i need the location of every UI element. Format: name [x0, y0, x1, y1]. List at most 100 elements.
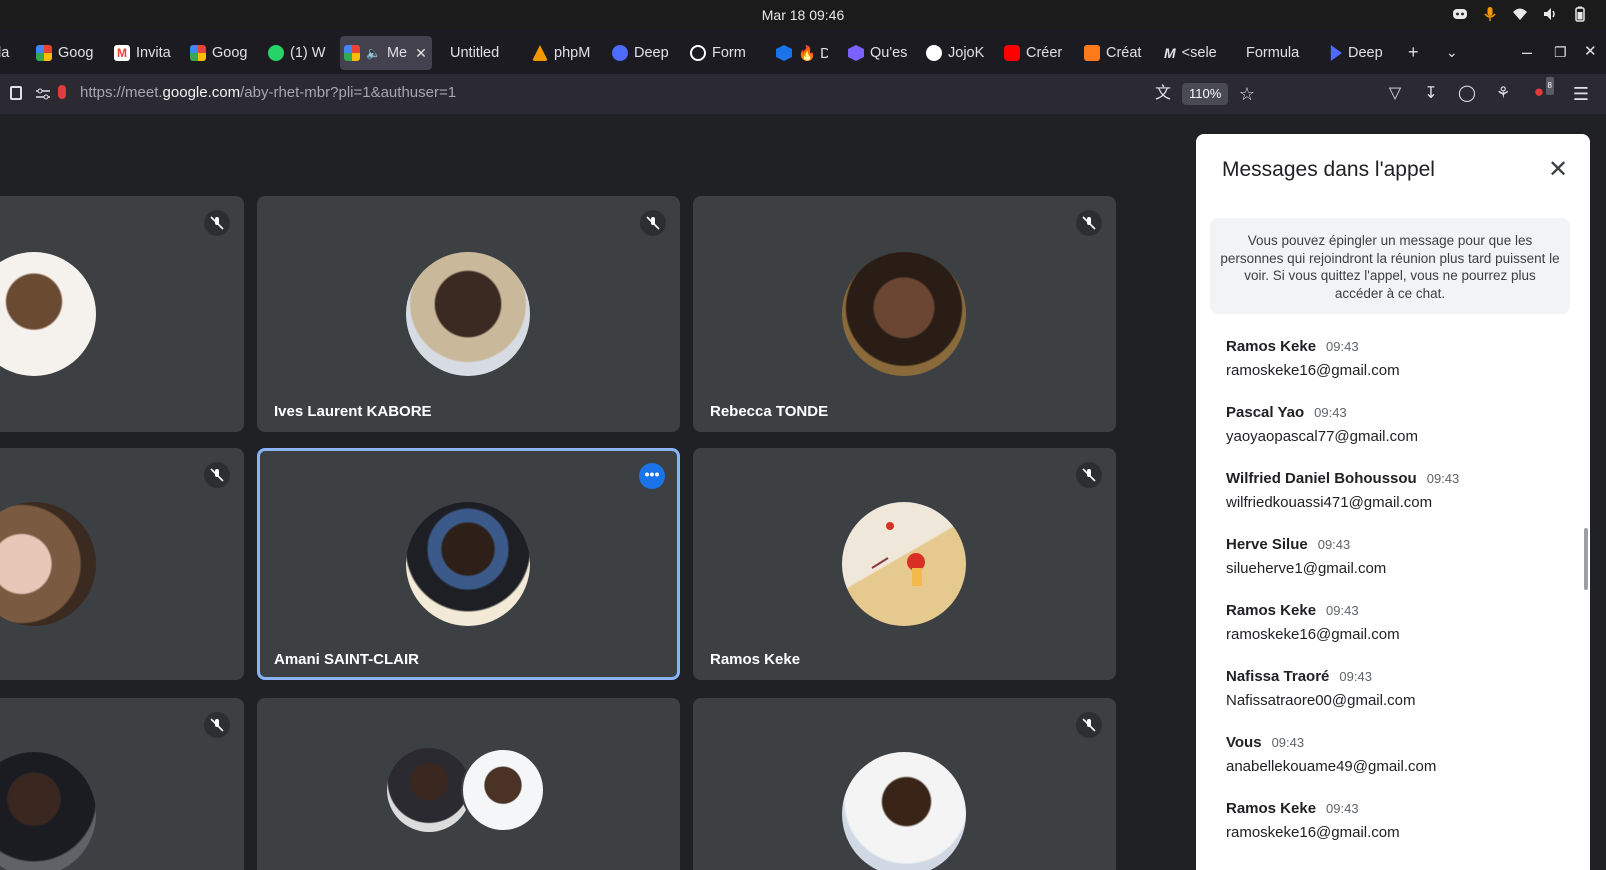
lock-icon[interactable] — [10, 86, 22, 100]
zoom-level-button[interactable]: 110% — [1182, 83, 1229, 105]
canva-icon — [1084, 45, 1100, 61]
tab-list-chevron-down-icon[interactable]: ⌄ — [1446, 43, 1458, 61]
tab-label: Me — [386, 45, 408, 61]
system-top-bar: Mar 18 09:46 — [0, 0, 1606, 30]
tab-label: Qu'es — [870, 45, 908, 61]
whatsapp-icon — [268, 45, 284, 61]
restore-button[interactable]: ❐ — [1554, 43, 1567, 61]
message-time: 09:43 — [1271, 735, 1305, 750]
participant-avatar — [0, 752, 96, 870]
browser-tab[interactable]: Goog — [186, 36, 256, 70]
tab-label: Deep — [634, 45, 669, 61]
participant-tile[interactable]: Ives Laurent KABORE — [257, 196, 680, 432]
window-close-button[interactable]: ✕ — [1584, 43, 1597, 61]
wifi-icon[interactable] — [1512, 6, 1528, 22]
browser-tab[interactable]: (1) W — [264, 36, 332, 70]
participant-avatar — [406, 502, 530, 626]
participant-tile[interactable] — [0, 196, 244, 432]
microphone-active-icon[interactable] — [58, 85, 66, 99]
browser-tab[interactable]: Formula — [1242, 36, 1308, 70]
browser-tab[interactable]: la — [0, 36, 34, 70]
browser-tab[interactable]: M <sele — [1160, 36, 1230, 70]
new-tab-button[interactable]: + — [1408, 43, 1419, 61]
audio-playing-icon[interactable]: 🔈 — [366, 46, 381, 60]
battery-icon[interactable] — [1572, 6, 1588, 22]
browser-tab[interactable]: Qu'es — [844, 36, 912, 70]
mic-off-icon — [204, 712, 230, 738]
participant-avatar — [0, 502, 96, 626]
openai-icon — [690, 45, 706, 61]
participant-tile[interactable]: Ramos Keke — [693, 448, 1116, 680]
url-field[interactable]: https://meet.google.com/aby-rhet-mbr?pli… — [80, 84, 456, 101]
menu-hamburger-icon[interactable]: ☰ — [1572, 85, 1590, 103]
participant-name: Rebecca TONDE — [710, 403, 829, 420]
participant-tile[interactable]: Rebecca TONDE — [693, 196, 1116, 432]
chat-message[interactable]: Herve Silue 09:43 silueherve1@gmail.com — [1226, 536, 1566, 602]
chat-message[interactable]: Wilfried Daniel Bohoussou 09:43 wilfriedk… — [1226, 470, 1566, 536]
mic-off-icon — [1076, 210, 1102, 236]
ublock-extension-icon[interactable]: ⚫ 8 — [1530, 77, 1554, 103]
permissions-icon[interactable] — [36, 87, 50, 100]
message-text: yaoyaopascal77@gmail.com — [1226, 428, 1418, 445]
browser-tab[interactable]: 🔥 D — [772, 36, 828, 70]
download-icon[interactable]: ↧ — [1422, 85, 1440, 103]
tab-label: Créer — [1026, 45, 1063, 61]
participant-tile-active[interactable]: ••• Amani SAINT-CLAIR — [257, 448, 680, 680]
browser-tab[interactable]: Créat — [1080, 36, 1146, 70]
extensions-icon[interactable]: ⚘ — [1494, 85, 1512, 103]
chat-message[interactable]: Ramos Keke 09:43 ramoskeke16@gmail.com — [1226, 800, 1566, 866]
participant-name: Ives Laurent KABORE — [274, 403, 432, 420]
browser-tab[interactable]: Goog — [32, 36, 102, 70]
browser-tab[interactable]: JojoK — [922, 36, 990, 70]
message-sender: Herve Silue — [1226, 536, 1308, 553]
participant-tile[interactable] — [0, 698, 244, 870]
message-text: anabellekouame49@gmail.com — [1226, 758, 1437, 775]
browser-tab[interactable]: Deep — [608, 36, 670, 70]
participant-tile[interactable] — [257, 698, 680, 870]
close-icon[interactable]: ✕ — [1544, 156, 1572, 184]
browser-tab[interactable]: M Invita — [110, 36, 176, 70]
message-time: 09:43 — [1314, 405, 1347, 420]
more-options-icon[interactable]: ••• — [639, 463, 665, 489]
message-sender: Nafissa Traoré — [1226, 668, 1330, 685]
message-time: 09:43 — [1317, 537, 1351, 552]
browser-tab[interactable]: phpM — [528, 36, 596, 70]
browser-tab-active[interactable]: 🔈 Me ✕ — [340, 36, 432, 70]
browser-tab[interactable]: Untitled — [446, 36, 514, 70]
pocket-icon[interactable]: ▽ — [1386, 85, 1404, 103]
message-time: 09:43 — [1326, 603, 1359, 618]
browser-tab[interactable]: Form — [686, 36, 750, 70]
chat-message[interactable]: Ramos Keke 09:43 ramoskeke16@gmail.com — [1226, 338, 1566, 404]
mic-off-icon — [204, 462, 230, 488]
translate-icon[interactable]: 文 — [1154, 85, 1172, 103]
system-tray — [1452, 6, 1588, 22]
minimize-button[interactable]: – — [1522, 43, 1532, 61]
participant-tile[interactable] — [0, 448, 244, 680]
chat-message[interactable]: Vous 09:43 anabellekouame49@gmail.com — [1226, 734, 1566, 800]
meet-icon — [344, 45, 360, 61]
chat-message[interactable]: Ramos Keke 09:43 ramoskeke16@gmail.com — [1226, 602, 1566, 668]
volume-icon[interactable] — [1542, 6, 1558, 22]
bookmark-star-icon[interactable]: ☆ — [1238, 85, 1256, 103]
chat-message[interactable]: Nafissa Traoré 09:43 Nafissatraore00@gmai… — [1226, 668, 1566, 734]
participant-avatar — [842, 752, 966, 870]
close-tab-icon[interactable]: ✕ — [415, 45, 427, 62]
deepseek-icon — [612, 45, 628, 61]
mic-off-icon — [204, 210, 230, 236]
microphone-icon[interactable] — [1482, 6, 1498, 22]
panel-scrollbar[interactable] — [1584, 528, 1588, 590]
message-text: Nafissatraore00@gmail.com — [1226, 692, 1416, 709]
participant-tile[interactable] — [693, 698, 1116, 870]
browser-tab[interactable]: Créer — [1000, 36, 1068, 70]
github-icon — [926, 45, 942, 61]
system-clock[interactable]: Mar 18 09:46 — [0, 7, 1606, 23]
discord-icon[interactable] — [1452, 6, 1468, 22]
browser-tab[interactable]: Deep — [1322, 36, 1386, 70]
account-icon[interactable]: ◯ — [1458, 85, 1476, 103]
chat-message[interactable]: Pascal Yao 09:43 yaoyaopascal77@gmail.com — [1226, 404, 1566, 470]
tab-label: Form — [712, 45, 746, 61]
message-text: silueherve1@gmail.com — [1226, 560, 1387, 577]
gmail-icon: M — [114, 45, 130, 61]
tab-label: Goog — [58, 45, 94, 61]
youtube-icon — [1004, 45, 1020, 61]
